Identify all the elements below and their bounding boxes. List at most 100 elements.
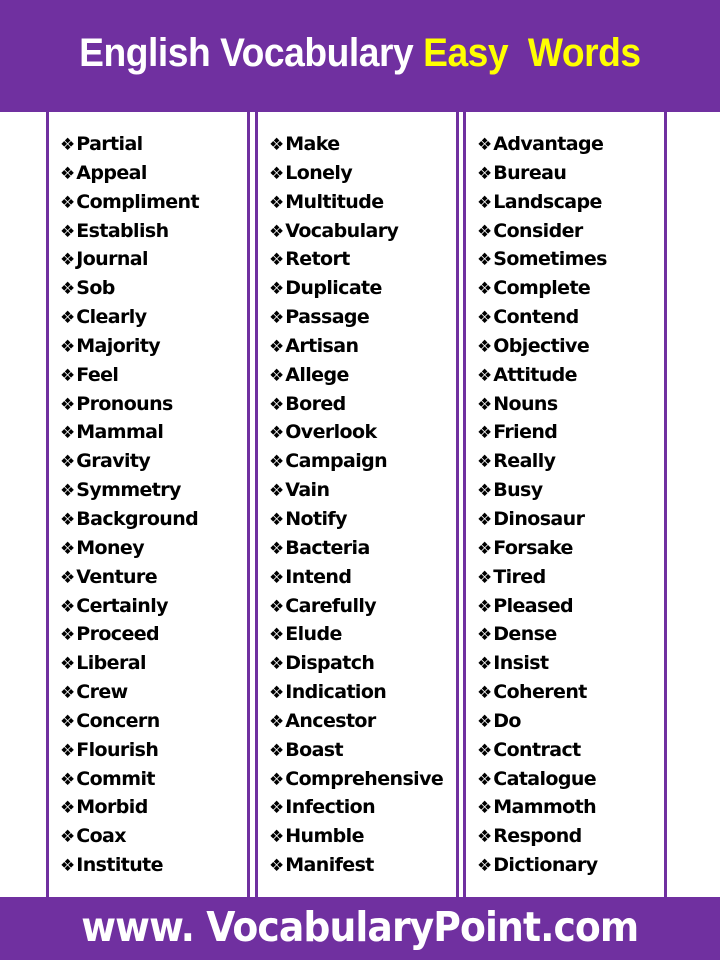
list-item: ❖Comprehensive [269,765,444,794]
list-item: ❖Ancestor [269,707,443,736]
diamond-bullet-icon: ❖ [60,596,76,617]
word-text: Bacteria [285,536,370,559]
list-item: ❖Background [60,505,199,534]
list-item: ❖Mammal [60,418,199,447]
word-text: Complete [493,277,591,300]
word-text: Contract [493,738,581,761]
list-item: ❖Nouns [477,390,607,419]
diamond-bullet-icon: ❖ [269,423,285,444]
list-item: ❖Complete [477,274,607,303]
list-item: ❖Liberal [60,649,199,678]
diamond-bullet-icon: ❖ [60,711,76,732]
word-text: Artisan [285,334,359,357]
diamond-bullet-icon: ❖ [477,423,493,444]
diamond-bullet-icon: ❖ [269,279,285,300]
list-item: ❖Carefully [269,592,443,621]
list-item: ❖Tired [477,563,607,592]
list-item: ❖Money [60,534,199,563]
diamond-bullet-icon: ❖ [60,279,76,300]
list-item: ❖Establish [60,217,199,246]
list-item: ❖Symmetry [60,476,199,505]
word-text: Do [493,709,521,732]
word-text: Boast [285,738,343,761]
word-text: Sometimes [493,248,607,271]
diamond-bullet-icon: ❖ [269,711,285,732]
list-item: ❖Notify [269,505,443,534]
word-text: Feel [76,363,119,386]
word-list: ❖Partial ❖Appeal ❖Compliment ❖Establish ❖Jou… [60,130,200,880]
word-text: Lonely [285,161,353,184]
word-text: Pleased [493,594,573,617]
diamond-bullet-icon: ❖ [477,625,493,646]
diamond-bullet-icon: ❖ [477,481,493,502]
list-item: ❖Venture [60,563,199,592]
word-text: Gravity [76,450,151,473]
list-item: ❖Partial [60,130,199,159]
list-item: ❖Advantage [477,130,607,159]
diamond-bullet-icon: ❖ [60,221,76,242]
list-item: ❖Compliment [60,188,200,217]
word-text: Overlook [285,421,377,444]
list-item: ❖Busy [477,476,607,505]
diamond-bullet-icon: ❖ [60,856,76,877]
diamond-bullet-icon: ❖ [60,452,76,473]
word-text: Retort [285,248,350,271]
word-text: Consider [493,219,583,242]
diamond-bullet-icon: ❖ [477,769,493,790]
word-text: Nouns [493,392,558,415]
word-text: Forsake [493,536,573,559]
list-item: ❖Really [477,447,607,476]
word-text: Mammal [76,421,164,444]
website-url: www. VocabularyPoint.com [81,902,639,951]
diamond-bullet-icon: ❖ [269,567,285,588]
list-item: ❖Dispatch [269,649,443,678]
list-item: ❖Forsake [477,534,607,563]
list-item: ❖Contract [477,736,607,765]
list-item: ❖Intend [269,563,443,592]
diamond-bullet-icon: ❖ [477,394,493,415]
diamond-bullet-icon: ❖ [477,567,493,588]
diamond-bullet-icon: ❖ [60,163,76,184]
diamond-bullet-icon: ❖ [60,798,76,819]
word-text: Duplicate [285,277,382,300]
list-item: ❖Institute [60,851,199,880]
word-text: Busy [493,479,543,502]
word-text: Manifest [285,854,374,877]
diamond-bullet-icon: ❖ [269,308,285,329]
word-text: Morbid [76,796,148,819]
list-item: ❖Dinosaur [477,505,607,534]
list-item: ❖Morbid [60,793,199,822]
word-text: Coax [76,825,126,848]
word-text: Bored [285,392,346,415]
word-text: Venture [76,565,157,588]
list-item: ❖Journal [60,245,199,274]
word-text: Catalogue [493,767,597,790]
diamond-bullet-icon: ❖ [477,221,493,242]
list-item: ❖Indication [269,678,443,707]
list-item: ❖Coax [60,822,199,851]
list-item: ❖Elude [269,620,443,649]
diamond-bullet-icon: ❖ [269,365,285,386]
list-item: ❖Sob [60,274,199,303]
list-item: ❖Dictionary [477,851,607,880]
word-text: Commit [76,767,155,790]
word-column-2: ❖Make ❖Lonely ❖Multitude ❖Vocabulary ❖Retort… [255,112,459,898]
diamond-bullet-icon: ❖ [477,740,493,761]
diamond-bullet-icon: ❖ [477,192,493,213]
word-text: Attitude [493,363,577,386]
word-text: Concern [76,709,160,732]
word-text: Contend [493,306,579,329]
word-text: Friend [493,421,558,444]
diamond-bullet-icon: ❖ [60,365,76,386]
word-text: Allege [285,363,349,386]
diamond-bullet-icon: ❖ [269,596,285,617]
word-text: Symmetry [76,479,181,502]
word-text: Notify [285,507,347,530]
diamond-bullet-icon: ❖ [269,856,285,877]
word-text: Liberal [76,652,146,675]
word-text: Dictionary [493,854,598,877]
diamond-bullet-icon: ❖ [477,279,493,300]
word-list: ❖Make ❖Lonely ❖Multitude ❖Vocabulary ❖Retort… [269,130,444,880]
word-text: Ancestor [285,709,376,732]
diamond-bullet-icon: ❖ [269,394,285,415]
